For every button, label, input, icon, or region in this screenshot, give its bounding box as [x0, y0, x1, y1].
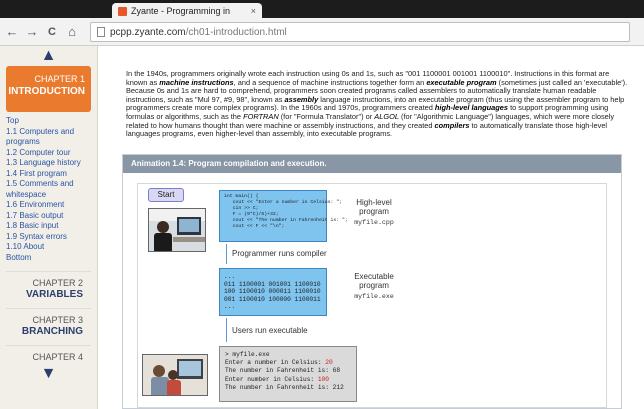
chapter-card[interactable]: CHAPTER 4 — [6, 345, 91, 362]
toc-item[interactable]: 1.1 Computers and programs — [0, 127, 97, 148]
compile-arrow — [226, 244, 227, 264]
binary-line: 001 1100010 100000 1100011 — [224, 295, 321, 303]
binary-line: 100 1100010 000011 1100010 — [224, 288, 321, 296]
binary-line: ... — [224, 303, 236, 311]
toc-item[interactable]: 1.6 Environment — [0, 200, 97, 211]
toc-item[interactable]: Top — [0, 116, 97, 127]
table-of-contents: Top 1.1 Computers and programs 1.2 Compute… — [0, 116, 97, 263]
chapter-label: CHAPTER 3 — [32, 315, 83, 325]
high-level-label: High-level program myfile.cpp — [334, 198, 414, 227]
animation-panel: Animation 1.4: Program compilation and e… — [122, 154, 622, 409]
tab-close-icon[interactable]: × — [251, 6, 256, 16]
high-level-line2: program — [359, 207, 389, 216]
console-line: Enter number in Celsius: 100 — [225, 376, 351, 384]
chapter-title: VARIABLES — [25, 289, 83, 300]
browser-toolbar: ← → C ⌂ pcpp.zyante.com /ch01-introducti… — [0, 18, 644, 46]
chapter-label: CHAPTER 4 — [32, 352, 83, 362]
console-text: The number in Fahrenheit is: 212 — [225, 383, 344, 391]
binary-line: 011 1100001 001001 1100010 — [224, 280, 321, 288]
users-photo — [142, 354, 208, 396]
chapter-card[interactable]: CHAPTER 3 BRANCHING — [6, 308, 91, 337]
scroll-down-arrow-icon[interactable]: ▼ — [0, 364, 97, 384]
favicon-icon — [118, 6, 127, 16]
programmer-photo — [148, 208, 206, 252]
console-output-box: > myfile.exe Enter a number in Celsius: 2… — [219, 346, 357, 402]
start-button[interactable]: Start — [148, 188, 184, 202]
chapter-card[interactable]: CHAPTER 2 VARIABLES — [6, 271, 91, 300]
active-chapter-card[interactable]: CHAPTER 1 INTRODUCTION — [6, 66, 91, 112]
toc-item[interactable]: 1.9 Syntax errors — [0, 232, 97, 243]
console-text: The number in Fahrenheit is: 68 — [225, 367, 341, 375]
source-code-box: int main() { cout << "Enter a number in … — [219, 190, 348, 242]
high-level-filename: myfile.cpp — [354, 219, 394, 226]
toc-item[interactable]: Bottom — [0, 253, 97, 264]
address-bar[interactable]: pcpp.zyante.com /ch01-introduction.html — [90, 22, 630, 42]
console-line: The number in Fahrenheit is: 212 — [225, 384, 351, 392]
executable-filename: myfile.exe — [354, 293, 394, 300]
main-content: In the 1940s, programmers originally wro… — [98, 46, 644, 409]
toc-item[interactable]: 1.8 Basic input — [0, 221, 97, 232]
run-arrow — [226, 318, 227, 342]
chapter-sidebar: ▲ CHAPTER 1 INTRODUCTION Top 1.1 Computer… — [0, 46, 98, 409]
executable-label: Executable program myfile.exe — [334, 272, 414, 301]
console-line: > myfile.exe — [225, 351, 351, 359]
binary-line: ... — [224, 273, 236, 280]
chapter-list: CHAPTER 2 VARIABLES CHAPTER 3 BRANCHING CHAP… — [0, 271, 97, 362]
toc-item[interactable]: 1.10 About — [0, 242, 97, 253]
run-step-text: Users run executable — [232, 326, 308, 335]
compile-step-label: Programmer runs compiler — [232, 249, 327, 258]
console-user-input: 100 — [317, 375, 329, 383]
animation-canvas: Start int main() {cout << "Enter a numb… — [137, 183, 607, 408]
executable-line1: Executable — [354, 272, 394, 281]
toc-item[interactable]: 1.4 First program — [0, 169, 97, 180]
console-text: Enter number in Celsius: — [225, 375, 318, 383]
chapter-label: CHAPTER 2 — [32, 278, 83, 288]
toc-item[interactable]: 1.2 Computer tour — [0, 148, 97, 159]
executable-line2: program — [359, 281, 389, 290]
key-term: compilers — [434, 120, 470, 130]
console-text: Enter a number in Celsius: — [225, 359, 326, 367]
tab-title: Zyante - Programming in — [131, 6, 231, 16]
console-line: The number in Fahrenheit is: 68 — [225, 367, 351, 375]
reload-button[interactable]: C — [44, 24, 60, 40]
animation-header: Animation 1.4: Program compilation and e… — [123, 155, 621, 173]
scroll-up-arrow-icon[interactable]: ▲ — [0, 46, 97, 66]
console-user-input: 20 — [325, 359, 333, 367]
toc-item[interactable]: 1.3 Language history — [0, 158, 97, 169]
console-line: Enter a number in Celsius: 20 — [225, 359, 351, 367]
url-path: /ch01-introduction.html — [185, 26, 287, 38]
toc-item[interactable]: 1.7 Basic output — [0, 211, 97, 222]
source-line: cout << F << "\n"; — [224, 224, 285, 229]
toc-item[interactable]: 1.5 Comments and whitespace — [0, 179, 97, 200]
home-button[interactable]: ⌂ — [64, 24, 80, 40]
browser-tab[interactable]: Zyante - Programming in × — [112, 3, 262, 19]
browser-titlebar: Zyante - Programming in × — [0, 0, 644, 19]
binary-code-box: ... 011 1100001 001001 1100010 100 1100010… — [219, 268, 327, 316]
active-chapter-title: INTRODUCTION — [8, 86, 85, 97]
page-icon — [97, 27, 105, 37]
intro-paragraph: In the 1940s, programmers originally wro… — [126, 69, 632, 139]
forward-button[interactable]: → — [24, 24, 40, 40]
chapter-title: BRANCHING — [21, 326, 83, 337]
run-step-label: Users run executable — [232, 326, 308, 335]
url-host: pcpp.zyante.com — [110, 26, 186, 38]
back-button[interactable]: ← — [4, 24, 20, 40]
active-chapter-label: CHAPTER 1 — [34, 74, 85, 84]
console-text: > myfile.exe — [225, 351, 270, 358]
compile-step-text: Programmer runs compiler — [232, 249, 327, 258]
high-level-line1: High-level — [356, 198, 392, 207]
